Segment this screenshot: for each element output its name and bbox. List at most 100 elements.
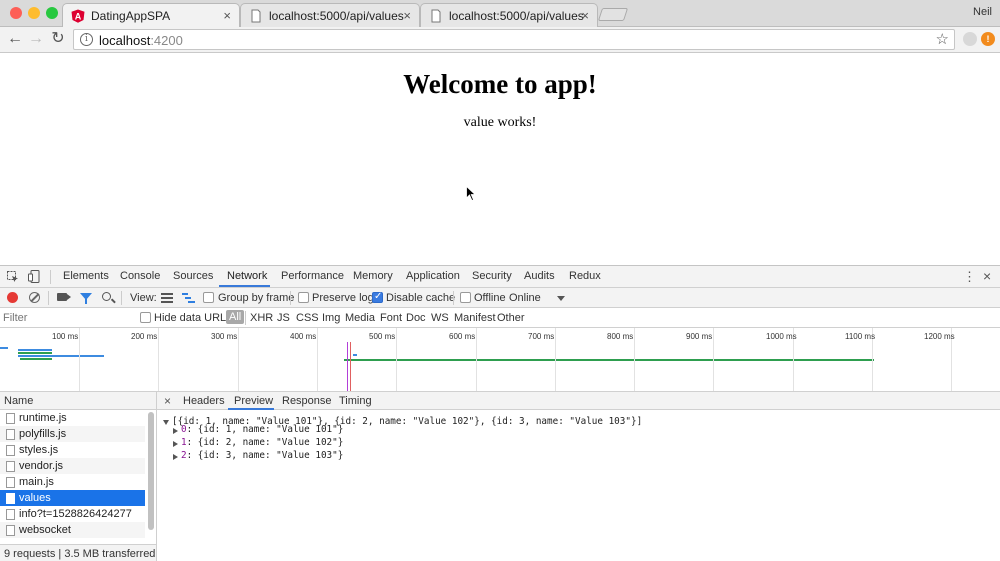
close-tab-icon[interactable]: × (223, 8, 231, 23)
filter-all[interactable]: All (226, 310, 245, 324)
info-icon[interactable]: i (80, 33, 93, 46)
request-row[interactable]: polyfills.js (0, 426, 145, 442)
tab-performance[interactable]: Performance (281, 270, 344, 282)
throttling-select[interactable]: Online (509, 292, 541, 304)
tab-security[interactable]: Security (472, 270, 512, 282)
maximize-window-button[interactable] (46, 7, 58, 19)
filter-icon[interactable] (80, 293, 92, 304)
tab-preview[interactable]: Preview (234, 395, 273, 407)
reload-icon[interactable]: ↻ (49, 30, 67, 48)
browser-tab-3[interactable]: localhost:5000/api/values × (420, 3, 598, 27)
preview-item[interactable]: 0: {id: 1, name: "Value 101"} (181, 424, 343, 435)
expand-triangle-icon[interactable] (173, 454, 178, 460)
tab-timing[interactable]: Timing (339, 395, 372, 407)
tab-application[interactable]: Application (406, 270, 460, 282)
browser-tab-1[interactable]: A DatingAppSPA × (62, 3, 240, 27)
disable-cache-checkbox[interactable] (372, 291, 383, 303)
browser-tab-2[interactable]: localhost:5000/api/values × (240, 3, 420, 27)
capture-screenshots-icon[interactable] (57, 293, 71, 301)
chevron-down-icon[interactable] (557, 296, 565, 301)
inspect-element-icon[interactable] (7, 271, 19, 283)
preview-item[interactable]: 2: {id: 3, name: "Value 103"} (181, 450, 343, 461)
file-icon (6, 509, 15, 520)
extension-icon[interactable]: ! (981, 32, 995, 46)
close-icon[interactable]: × (164, 394, 171, 408)
search-icon[interactable] (102, 292, 111, 301)
extension-icon[interactable] (963, 32, 977, 46)
collapse-triangle-icon[interactable] (163, 420, 169, 425)
timeline-gridline (238, 328, 239, 391)
profile-name[interactable]: Neil (973, 6, 992, 18)
filter-ws[interactable]: WS (431, 312, 449, 324)
timeline-tick-label: 400 ms (290, 332, 317, 341)
file-icon (6, 429, 15, 440)
waterfall-view-icon[interactable] (182, 293, 195, 303)
filter-input[interactable] (3, 311, 131, 325)
request-row[interactable]: styles.js (0, 442, 145, 458)
close-window-button[interactable] (10, 7, 22, 19)
new-tab-button[interactable] (597, 8, 629, 21)
expand-triangle-icon[interactable] (173, 441, 178, 447)
timeline-tick-label: 300 ms (211, 332, 238, 341)
device-toolbar-icon[interactable] (28, 270, 40, 283)
page-icon (251, 9, 261, 23)
group-by-frame-checkbox[interactable] (203, 292, 214, 303)
scrollbar[interactable] (148, 412, 154, 530)
load-event-marker (350, 342, 351, 391)
filter-font[interactable]: Font (380, 312, 402, 324)
more-options-icon[interactable]: ⋮ (963, 269, 976, 285)
filter-doc[interactable]: Doc (406, 312, 426, 324)
filter-manifest[interactable]: Manifest (454, 312, 496, 324)
tab-elements[interactable]: Elements (63, 270, 109, 282)
tab-title: localhost:5000/api/values (449, 9, 584, 23)
network-overview-timeline[interactable]: 100 ms 200 ms 300 ms 400 ms 500 ms 600 ms 700 … (0, 328, 1000, 392)
filter-bar: Hide data URLs All XHR JS CSS Img Media … (0, 308, 1000, 328)
tab-response[interactable]: Response (282, 395, 332, 407)
file-icon (6, 445, 15, 456)
web-page: Welcome to app! value works! (0, 53, 1000, 265)
filter-img[interactable]: Img (322, 312, 340, 324)
request-row-selected[interactable]: values (0, 490, 145, 506)
forward-arrow-icon[interactable]: → (27, 30, 45, 48)
filter-other[interactable]: Other (497, 312, 525, 324)
request-row[interactable]: runtime.js (0, 410, 145, 426)
filter-media[interactable]: Media (345, 312, 375, 324)
timeline-gridline (555, 328, 556, 391)
tab-console[interactable]: Console (120, 270, 160, 282)
request-row[interactable]: info?t=1528826424277 (0, 506, 145, 522)
tab-sources[interactable]: Sources (173, 270, 213, 282)
filter-js[interactable]: JS (277, 312, 290, 324)
active-tab-indicator (219, 285, 270, 287)
request-row[interactable]: websocket (0, 522, 145, 538)
close-devtools-icon[interactable]: × (983, 268, 991, 284)
close-tab-icon[interactable]: × (581, 8, 589, 23)
preserve-log-checkbox[interactable] (298, 292, 309, 303)
tab-memory[interactable]: Memory (353, 270, 393, 282)
timeline-tick-label: 100 ms (52, 332, 79, 341)
clear-icon[interactable] (29, 292, 40, 303)
filter-xhr[interactable]: XHR (250, 312, 273, 324)
back-arrow-icon[interactable]: ← (6, 30, 24, 48)
name-column-header[interactable]: Name (0, 392, 156, 410)
request-row[interactable]: vendor.js (0, 458, 145, 474)
expand-triangle-icon[interactable] (173, 428, 178, 434)
close-tab-icon[interactable]: × (403, 8, 411, 23)
filter-css[interactable]: CSS (296, 312, 319, 324)
offline-checkbox[interactable] (460, 292, 471, 303)
address-bar[interactable]: i localhost:4200 ☆ (73, 29, 955, 50)
hide-data-urls-checkbox[interactable] (140, 312, 151, 323)
tab-audits[interactable]: Audits (524, 270, 555, 282)
bookmark-star-icon[interactable]: ☆ (936, 30, 949, 48)
tab-redux[interactable]: Redux (569, 270, 601, 282)
minimize-window-button[interactable] (28, 7, 40, 19)
url-text[interactable]: localhost:4200 (99, 33, 183, 48)
record-button[interactable] (7, 292, 18, 303)
dom-content-loaded-marker (347, 342, 348, 391)
network-summary: 9 requests | 3.5 MB transferred | ... (0, 544, 174, 561)
large-rows-icon[interactable] (161, 293, 173, 303)
tab-network[interactable]: Network (227, 270, 267, 282)
tab-headers[interactable]: Headers (183, 395, 225, 407)
preview-item[interactable]: 1: {id: 2, name: "Value 102"} (181, 437, 343, 448)
group-by-frame-label: Group by frame (218, 292, 295, 304)
request-row[interactable]: main.js (0, 474, 145, 490)
